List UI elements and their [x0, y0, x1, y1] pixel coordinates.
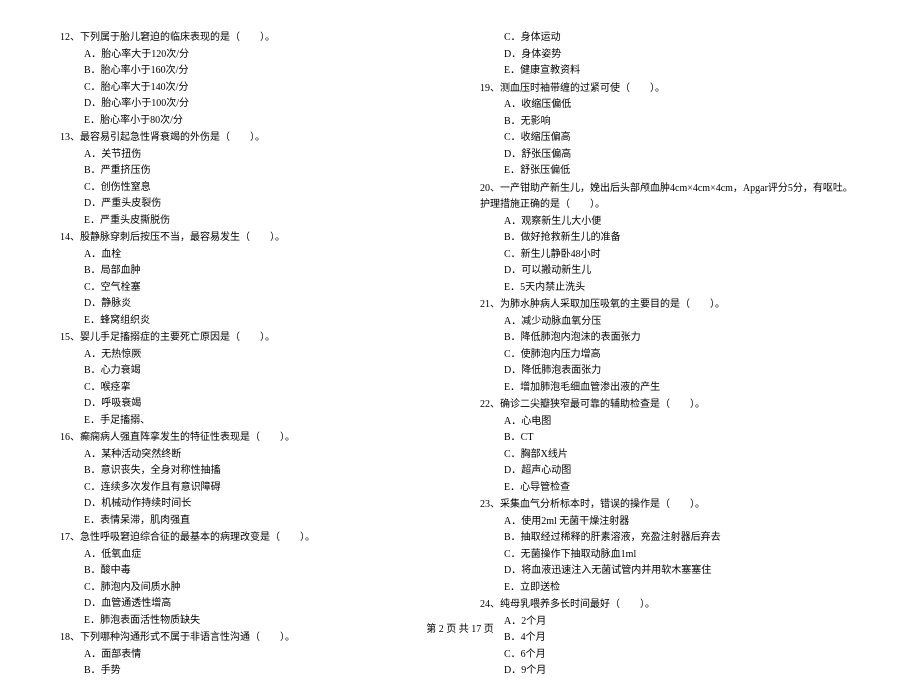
option: A．血栓 [60, 247, 440, 264]
option: C．使肺泡内压力增高 [480, 347, 860, 364]
option: D．身体姿势 [480, 47, 860, 64]
option: D．将血液迅速注入无菌试管内并用软木塞塞住 [480, 563, 860, 580]
question-text: 23、采集血气分析标本时，错误的操作是（ ）。 [480, 497, 860, 514]
question: 13、最容易引起急性肾衰竭的外伤是（ ）。A．关节扭伤B．严重挤压伤C．创伤性窒… [60, 130, 440, 229]
option: E．立即送检 [480, 580, 860, 597]
option: D．严重头皮裂伤 [60, 196, 440, 213]
option: A．面部表情 [60, 647, 440, 664]
left-column: 12、下列属于胎儿窘迫的临床表现的是（ ）。A．胎心率大于120次/分B．胎心率… [60, 30, 440, 610]
question-text: 15、婴儿手足搐搦症的主要死亡原因是（ ）。 [60, 330, 440, 347]
option: A．观察新生儿大小便 [480, 214, 860, 231]
option: D．呼吸衰竭 [60, 396, 440, 413]
option: C．身体运动 [480, 30, 860, 47]
option: B．手势 [60, 663, 440, 680]
question-text: 21、为肺水肿病人采取加压吸氧的主要目的是（ ）。 [480, 297, 860, 314]
question: 20、一产钳助产新生儿，娩出后头部颅血肿4cm×4cm×4cm，Apgar评分5… [480, 181, 860, 297]
option: A．使用2ml 无菌干燥注射器 [480, 514, 860, 531]
option: C．6个月 [480, 647, 860, 664]
option: C．喉痉挛 [60, 380, 440, 397]
question: 22、确诊二尖瓣狭窄最可靠的辅助检查是（ ）。A．心电图B．CTC．胸部X线片D… [480, 397, 860, 496]
question-text: 22、确诊二尖瓣狭窄最可靠的辅助检查是（ ）。 [480, 397, 860, 414]
option: E．胎心率小于80次/分 [60, 113, 440, 130]
option: D．9个月 [480, 663, 860, 680]
question: 19、测血压时袖带缠的过紧可使（ ）。A．收缩压偏低B．无影响C．收缩压偏高D．… [480, 81, 860, 180]
option: D．可以搬动新生儿 [480, 263, 860, 280]
question-text: 12、下列属于胎儿窘迫的临床表现的是（ ）。 [60, 30, 440, 47]
question-text: 19、测血压时袖带缠的过紧可使（ ）。 [480, 81, 860, 98]
option: A．低氧血症 [60, 547, 440, 564]
option: A．收缩压偏低 [480, 97, 860, 114]
option: B．局部血肿 [60, 263, 440, 280]
option: E．5天内禁止洗头 [480, 280, 860, 297]
option: E．手足搐搦、 [60, 413, 440, 430]
option: C．收缩压偏高 [480, 130, 860, 147]
option: D．降低肺泡表面张力 [480, 363, 860, 380]
option: E．表情呆滞，肌肉强直 [60, 513, 440, 530]
question: 23、采集血气分析标本时，错误的操作是（ ）。A．使用2ml 无菌干燥注射器B．… [480, 497, 860, 596]
option: D．机械动作持续时间长 [60, 496, 440, 513]
option: A．无热惊厥 [60, 347, 440, 364]
question-text: 24、纯母乳喂养多长时间最好（ ）。 [480, 597, 860, 614]
question: 24、纯母乳喂养多长时间最好（ ）。A．2个月B．4个月C．6个月D．9个月 [480, 597, 860, 680]
option: A．关节扭伤 [60, 147, 440, 164]
option: C．胎心率大于140次/分 [60, 80, 440, 97]
option: E．蜂窝组织炎 [60, 313, 440, 330]
question-text: 14、股静脉穿刺后按压不当，最容易发生（ ）。 [60, 230, 440, 247]
option: D．超声心动图 [480, 463, 860, 480]
option: C．新生儿静卧48小时 [480, 247, 860, 264]
option: C．无菌操作下抽取动脉血1ml [480, 547, 860, 564]
option: B．降低肺泡内泡沫的表面张力 [480, 330, 860, 347]
option: B．严重挤压伤 [60, 163, 440, 180]
option: A．心电图 [480, 414, 860, 431]
option: D．血管通透性增高 [60, 596, 440, 613]
option: B．CT [480, 430, 860, 447]
option: A．减少动脉血氧分压 [480, 314, 860, 331]
question-text: 16、癫痫病人强直阵挛发生的特征性表现是（ ）。 [60, 430, 440, 447]
question: 14、股静脉穿刺后按压不当，最容易发生（ ）。A．血栓B．局部血肿C．空气栓塞D… [60, 230, 440, 329]
question-text: 17、急性呼吸窘迫综合征的最基本的病理改变是（ ）。 [60, 530, 440, 547]
question-text: 20、一产钳助产新生儿，娩出后头部颅血肿4cm×4cm×4cm，Apgar评分5… [480, 181, 860, 214]
option: B．胎心率小于160次/分 [60, 63, 440, 80]
option: C．创伤性窒息 [60, 180, 440, 197]
option: B．抽取经过稀释的肝素溶液，充盈注射器后弃去 [480, 530, 860, 547]
option: E．严重头皮撕脱伤 [60, 213, 440, 230]
option: C．胸部X线片 [480, 447, 860, 464]
option: D．舒张压偏高 [480, 147, 860, 164]
option: E．健康宣教资料 [480, 63, 860, 80]
option: C．空气栓塞 [60, 280, 440, 297]
question: 12、下列属于胎儿窘迫的临床表现的是（ ）。A．胎心率大于120次/分B．胎心率… [60, 30, 440, 129]
page-footer: 第 2 页 共 17 页 [0, 620, 920, 635]
right-column: C．身体运动D．身体姿势E．健康宣教资料19、测血压时袖带缠的过紧可使（ ）。A… [480, 30, 860, 610]
option: B．酸中毒 [60, 563, 440, 580]
question-text: 13、最容易引起急性肾衰竭的外伤是（ ）。 [60, 130, 440, 147]
two-column-layout: 12、下列属于胎儿窘迫的临床表现的是（ ）。A．胎心率大于120次/分B．胎心率… [60, 30, 860, 610]
option: A．某种活动突然终断 [60, 447, 440, 464]
option: E．心导管检查 [480, 480, 860, 497]
option: C．连续多次发作且有意识障碍 [60, 480, 440, 497]
question: 15、婴儿手足搐搦症的主要死亡原因是（ ）。A．无热惊厥B．心力衰竭C．喉痉挛D… [60, 330, 440, 429]
option: B．心力衰竭 [60, 363, 440, 380]
question: 16、癫痫病人强直阵挛发生的特征性表现是（ ）。A．某种活动突然终断B．意识丧失… [60, 430, 440, 529]
option: B．无影响 [480, 114, 860, 131]
option: E．增加肺泡毛细血管渗出液的产生 [480, 380, 860, 397]
question: 21、为肺水肿病人采取加压吸氧的主要目的是（ ）。A．减少动脉血氧分压B．降低肺… [480, 297, 860, 396]
option: D．胎心率小于100次/分 [60, 96, 440, 113]
option: E．舒张压偏低 [480, 163, 860, 180]
option: A．胎心率大于120次/分 [60, 47, 440, 64]
option: C．肺泡内及间质水肿 [60, 580, 440, 597]
option: B．意识丧失，全身对称性抽搐 [60, 463, 440, 480]
question: C．身体运动D．身体姿势E．健康宣教资料 [480, 30, 860, 80]
question: 17、急性呼吸窘迫综合征的最基本的病理改变是（ ）。A．低氧血症B．酸中毒C．肺… [60, 530, 440, 629]
option: B．做好抢救新生儿的准备 [480, 230, 860, 247]
option: D．静脉炎 [60, 296, 440, 313]
question: 18、下列哪种沟通形式不属于非语言性沟通（ ）。A．面部表情B．手势 [60, 630, 440, 680]
